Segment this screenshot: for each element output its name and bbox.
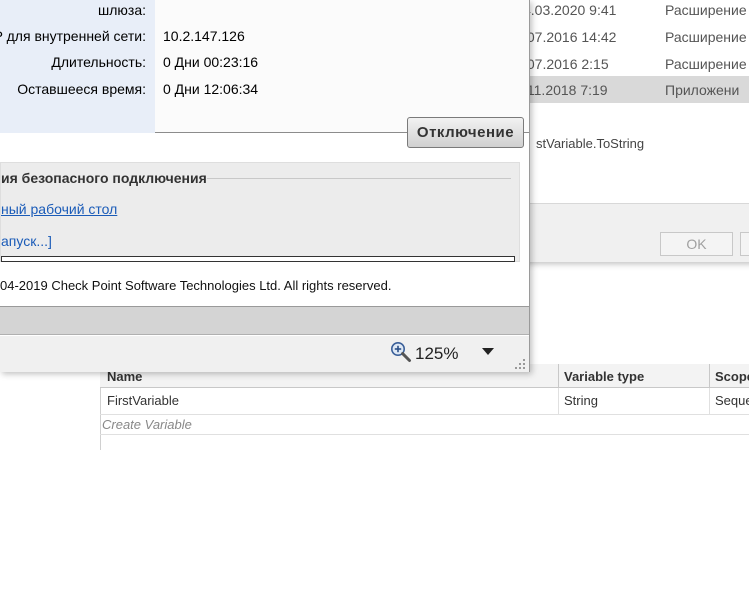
dialog-footer: OK <box>500 203 749 262</box>
duration-label: Длительность: <box>51 54 146 70</box>
file-row-selected[interactable]: .11.2018 7:19 Приложени <box>500 76 749 103</box>
cell-separator <box>558 388 559 415</box>
create-variable-placeholder[interactable]: Create Variable <box>102 417 192 432</box>
info-row-remaining: Оставшееся время: 0 Дни 12:06:34 <box>0 81 529 107</box>
status-bar: 125% <box>0 336 529 372</box>
variable-scope-cell[interactable]: Seque <box>715 393 749 408</box>
dialog-separator-band <box>0 306 529 335</box>
variable-type-cell[interactable]: String <box>564 393 598 408</box>
zoom-in-icon[interactable] <box>390 341 412 363</box>
disconnect-button[interactable]: Отключение <box>407 117 524 148</box>
variable-name-cell[interactable]: FirstVariable <box>107 393 179 408</box>
copyright-text: 04-2019 Check Point Software Technologie… <box>0 278 392 293</box>
section-divider <box>207 178 511 179</box>
column-separator[interactable] <box>558 364 559 388</box>
file-date: 4.03.2020 9:41 <box>523 2 617 18</box>
duration-value: 0 Дни 00:23:16 <box>163 54 259 70</box>
connection-info-panel: шлюза: IP для внутренней сети: 10.2.147.… <box>0 0 529 133</box>
column-separator[interactable] <box>709 364 710 388</box>
file-list-window: 4.03.2020 9:41 Расширение .07.2016 14:42… <box>500 0 749 262</box>
cancel-button[interactable] <box>740 232 749 256</box>
remaining-label: Оставшееся время: <box>17 81 146 97</box>
launch-link[interactable]: апуск...] <box>1 233 52 249</box>
file-date: .11.2018 7:19 <box>523 82 608 98</box>
file-row[interactable]: 4.03.2020 9:41 Расширение <box>500 0 749 23</box>
file-type: Расширение <box>665 56 747 72</box>
file-type: Приложени <box>665 82 740 98</box>
header-variable-type[interactable]: Variable type <box>564 369 644 384</box>
file-row[interactable]: .07.2016 14:42 Расширение <box>500 23 749 50</box>
remote-desktop-link[interactable]: ный рабочий стол <box>1 201 117 217</box>
resize-grip-icon[interactable] <box>514 358 526 370</box>
secure-section-title: ия безопасного подключения <box>1 170 207 186</box>
file-date: .07.2016 14:42 <box>523 29 617 45</box>
ip-label: IP для внутренней сети: <box>0 28 146 44</box>
file-type: Расширение <box>665 29 747 45</box>
variable-row[interactable]: FirstVariable String Seque <box>100 388 749 415</box>
expression-text[interactable]: stVariable.ToString <box>536 136 644 151</box>
info-row-gateway: шлюза: <box>0 2 529 28</box>
info-row-duration: Длительность: 0 Дни 00:23:16 <box>0 54 529 80</box>
secure-connection-group: ия безопасного подключения ный рабочий с… <box>0 162 520 262</box>
remaining-value: 0 Дни 12:06:34 <box>163 81 259 97</box>
cell-separator <box>709 388 710 415</box>
gateway-label: шлюза: <box>98 2 146 18</box>
file-type: Расширение <box>665 2 747 18</box>
info-row-ip: IP для внутренней сети: 10.2.147.126 <box>0 28 529 54</box>
file-date: .07.2016 2:15 <box>523 56 609 72</box>
header-scope[interactable]: Scope <box>715 369 749 384</box>
ip-value: 10.2.147.126 <box>163 28 245 44</box>
dropdown-arrow-icon[interactable] <box>482 348 494 355</box>
file-row[interactable]: .07.2016 2:15 Расширение <box>500 50 749 77</box>
ok-button[interactable]: OK <box>660 232 733 256</box>
vpn-connection-dialog: шлюза: IP для внутренней сети: 10.2.147.… <box>0 0 530 372</box>
zoom-level: 125% <box>415 344 459 363</box>
variables-grid: Name Variable type Scope FirstVariable S… <box>100 364 749 450</box>
row-divider <box>100 434 749 435</box>
progress-bar <box>1 256 515 262</box>
